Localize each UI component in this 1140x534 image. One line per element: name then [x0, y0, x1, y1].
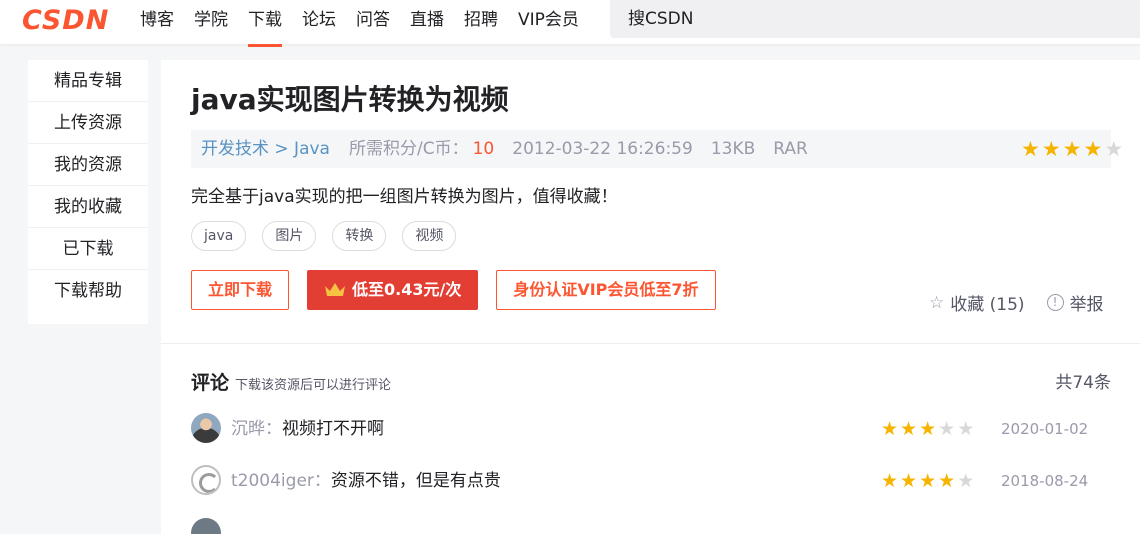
- comment-date: 2018-08-24: [1001, 472, 1089, 490]
- top-nav-bar: CSDN 博客 学院 下载 论坛 问答 直播 招聘 VIP会员 搜CSDN: [0, 0, 1140, 47]
- resource-card: java实现图片转换为视频 开发技术 > Java 所需积分/C币： 10 20…: [161, 60, 1140, 534]
- action-buttons: 立即下载 低至0.43元/次 身份认证VIP会员低至7折: [191, 270, 734, 310]
- comment-rating: ★ ★ ★ ★ ★: [881, 465, 976, 497]
- avatar[interactable]: [191, 465, 221, 495]
- comment-username[interactable]: t2004iger：: [231, 471, 331, 491]
- comment-item: 沉晔：视频打不开啊 ★ ★ ★ ★ ★ 2020-01-02: [191, 413, 1111, 445]
- sidebar-item-my-resources[interactable]: 我的资源: [28, 144, 148, 186]
- star-empty-icon: ★: [957, 470, 975, 492]
- comment-content: t2004iger：资源不错，但是有点贵: [231, 465, 501, 497]
- tag-video[interactable]: 视频: [402, 221, 457, 251]
- nav-item-qa[interactable]: 问答: [356, 0, 390, 44]
- favorite-label: 收藏 (15): [950, 295, 1025, 315]
- star-filled-icon: ★: [900, 470, 918, 492]
- star-outline-icon: ☆: [929, 292, 945, 313]
- favorite-button[interactable]: ☆ 收藏 (15): [929, 290, 1025, 316]
- vip-discount-button[interactable]: 身份认证VIP会员低至7折: [496, 270, 716, 310]
- star-empty-icon: ★: [957, 418, 975, 440]
- comments-title: 评论: [191, 372, 230, 394]
- vip-price-label: 低至0.43元/次: [352, 280, 462, 299]
- avatar[interactable]: [191, 518, 221, 534]
- comment-text: 视频打不开啊: [282, 419, 384, 439]
- star-filled-icon: ★: [900, 418, 918, 440]
- nav-item-download[interactable]: 下载: [248, 0, 282, 47]
- star-filled-icon: ★: [1041, 137, 1061, 161]
- points-label: 所需积分/C币：: [349, 139, 469, 159]
- download-button-label: 立即下载: [208, 280, 273, 299]
- comment-date: 2020-01-02: [1001, 420, 1089, 438]
- resource-meta: 所需积分/C币： 10 2012-03-22 16:26:59 13KB RAR: [349, 130, 826, 168]
- page-title: java实现图片转换为视频: [191, 83, 509, 116]
- resource-description: 完全基于java实现的把一组图片转换为图片，值得收藏！: [191, 187, 618, 207]
- resource-rating: ★ ★ ★ ★ ★: [1021, 130, 1125, 168]
- main-nav: 博客 学院 下载 论坛 问答 直播 招聘 VIP会员: [140, 0, 599, 47]
- star-filled-icon: ★: [1062, 137, 1082, 161]
- comment-item: t2004iger：资源不错，但是有点贵 ★ ★ ★ ★ ★ 2018-08-24: [191, 465, 1111, 497]
- star-filled-icon: ★: [919, 418, 937, 440]
- vip-price-button[interactable]: 低至0.43元/次: [307, 270, 479, 310]
- avatar[interactable]: [191, 413, 221, 443]
- nav-item-vip[interactable]: VIP会员: [518, 0, 579, 44]
- section-divider: [161, 343, 1140, 344]
- report-button[interactable]: ! 举报: [1046, 290, 1104, 315]
- vip-discount-label: 身份认证VIP会员低至7折: [513, 280, 699, 299]
- nav-item-academy[interactable]: 学院: [194, 0, 228, 44]
- star-filled-icon: ★: [1083, 137, 1103, 161]
- sidebar: 精品专辑 上传资源 我的资源 我的收藏 已下载 下载帮助: [28, 60, 148, 324]
- file-size: 13KB: [710, 139, 756, 159]
- tag-convert[interactable]: 转换: [332, 221, 387, 251]
- comments-header: 评论 下载该资源后可以进行评论: [191, 368, 391, 395]
- comment-text: 资源不错，但是有点贵: [330, 471, 501, 491]
- search-label: 搜CSDN: [628, 9, 694, 29]
- warning-icon: !: [1046, 294, 1064, 311]
- star-filled-icon: ★: [938, 470, 956, 492]
- comment-username[interactable]: 沉晔：: [231, 419, 282, 439]
- points-value: 10: [472, 139, 495, 159]
- star-filled-icon: ★: [881, 418, 899, 440]
- sidebar-item-downloaded[interactable]: 已下载: [28, 228, 148, 270]
- breadcrumb[interactable]: 开发技术 > Java: [201, 130, 330, 168]
- star-filled-icon: ★: [1021, 137, 1040, 161]
- nav-item-live[interactable]: 直播: [410, 0, 444, 44]
- star-filled-icon: ★: [881, 470, 899, 492]
- sidebar-item-my-favorites[interactable]: 我的收藏: [28, 186, 148, 228]
- star-filled-icon: ★: [919, 470, 937, 492]
- resource-info-bar: 开发技术 > Java 所需积分/C币： 10 2012-03-22 16:26…: [191, 130, 1123, 168]
- tag-list: java 图片 转换 视频: [191, 221, 472, 251]
- tag-java[interactable]: java: [191, 221, 247, 251]
- crown-icon: [324, 282, 346, 298]
- search-input[interactable]: 搜CSDN: [610, 0, 1140, 38]
- csdn-logo[interactable]: CSDN: [22, 4, 109, 38]
- comment-content: 沉晔：视频打不开啊: [231, 413, 384, 445]
- comments-tip: 下载该资源后可以进行评论: [235, 378, 392, 393]
- upload-date: 2012-03-22 16:26:59: [512, 139, 693, 159]
- sidebar-item-help[interactable]: 下载帮助: [28, 270, 148, 312]
- resource-actions: ☆ 收藏 (15) ! 举报: [929, 290, 1104, 316]
- comment-item-partial: [191, 518, 1111, 534]
- tag-image[interactable]: 图片: [262, 221, 317, 251]
- nav-item-jobs[interactable]: 招聘: [464, 0, 498, 44]
- comment-rating: ★ ★ ★ ★ ★: [881, 413, 976, 445]
- star-empty-icon: ★: [1104, 137, 1124, 161]
- nav-item-forum[interactable]: 论坛: [302, 0, 336, 44]
- nav-item-blog[interactable]: 博客: [140, 0, 174, 44]
- star-empty-icon: ★: [938, 418, 956, 440]
- sidebar-item-featured-albums[interactable]: 精品专辑: [28, 60, 148, 102]
- comments-count: 共74条: [1055, 373, 1111, 393]
- file-format: RAR: [773, 139, 808, 159]
- download-button[interactable]: 立即下载: [191, 270, 290, 310]
- report-label: 举报: [1069, 295, 1104, 315]
- sidebar-item-upload[interactable]: 上传资源: [28, 102, 148, 144]
